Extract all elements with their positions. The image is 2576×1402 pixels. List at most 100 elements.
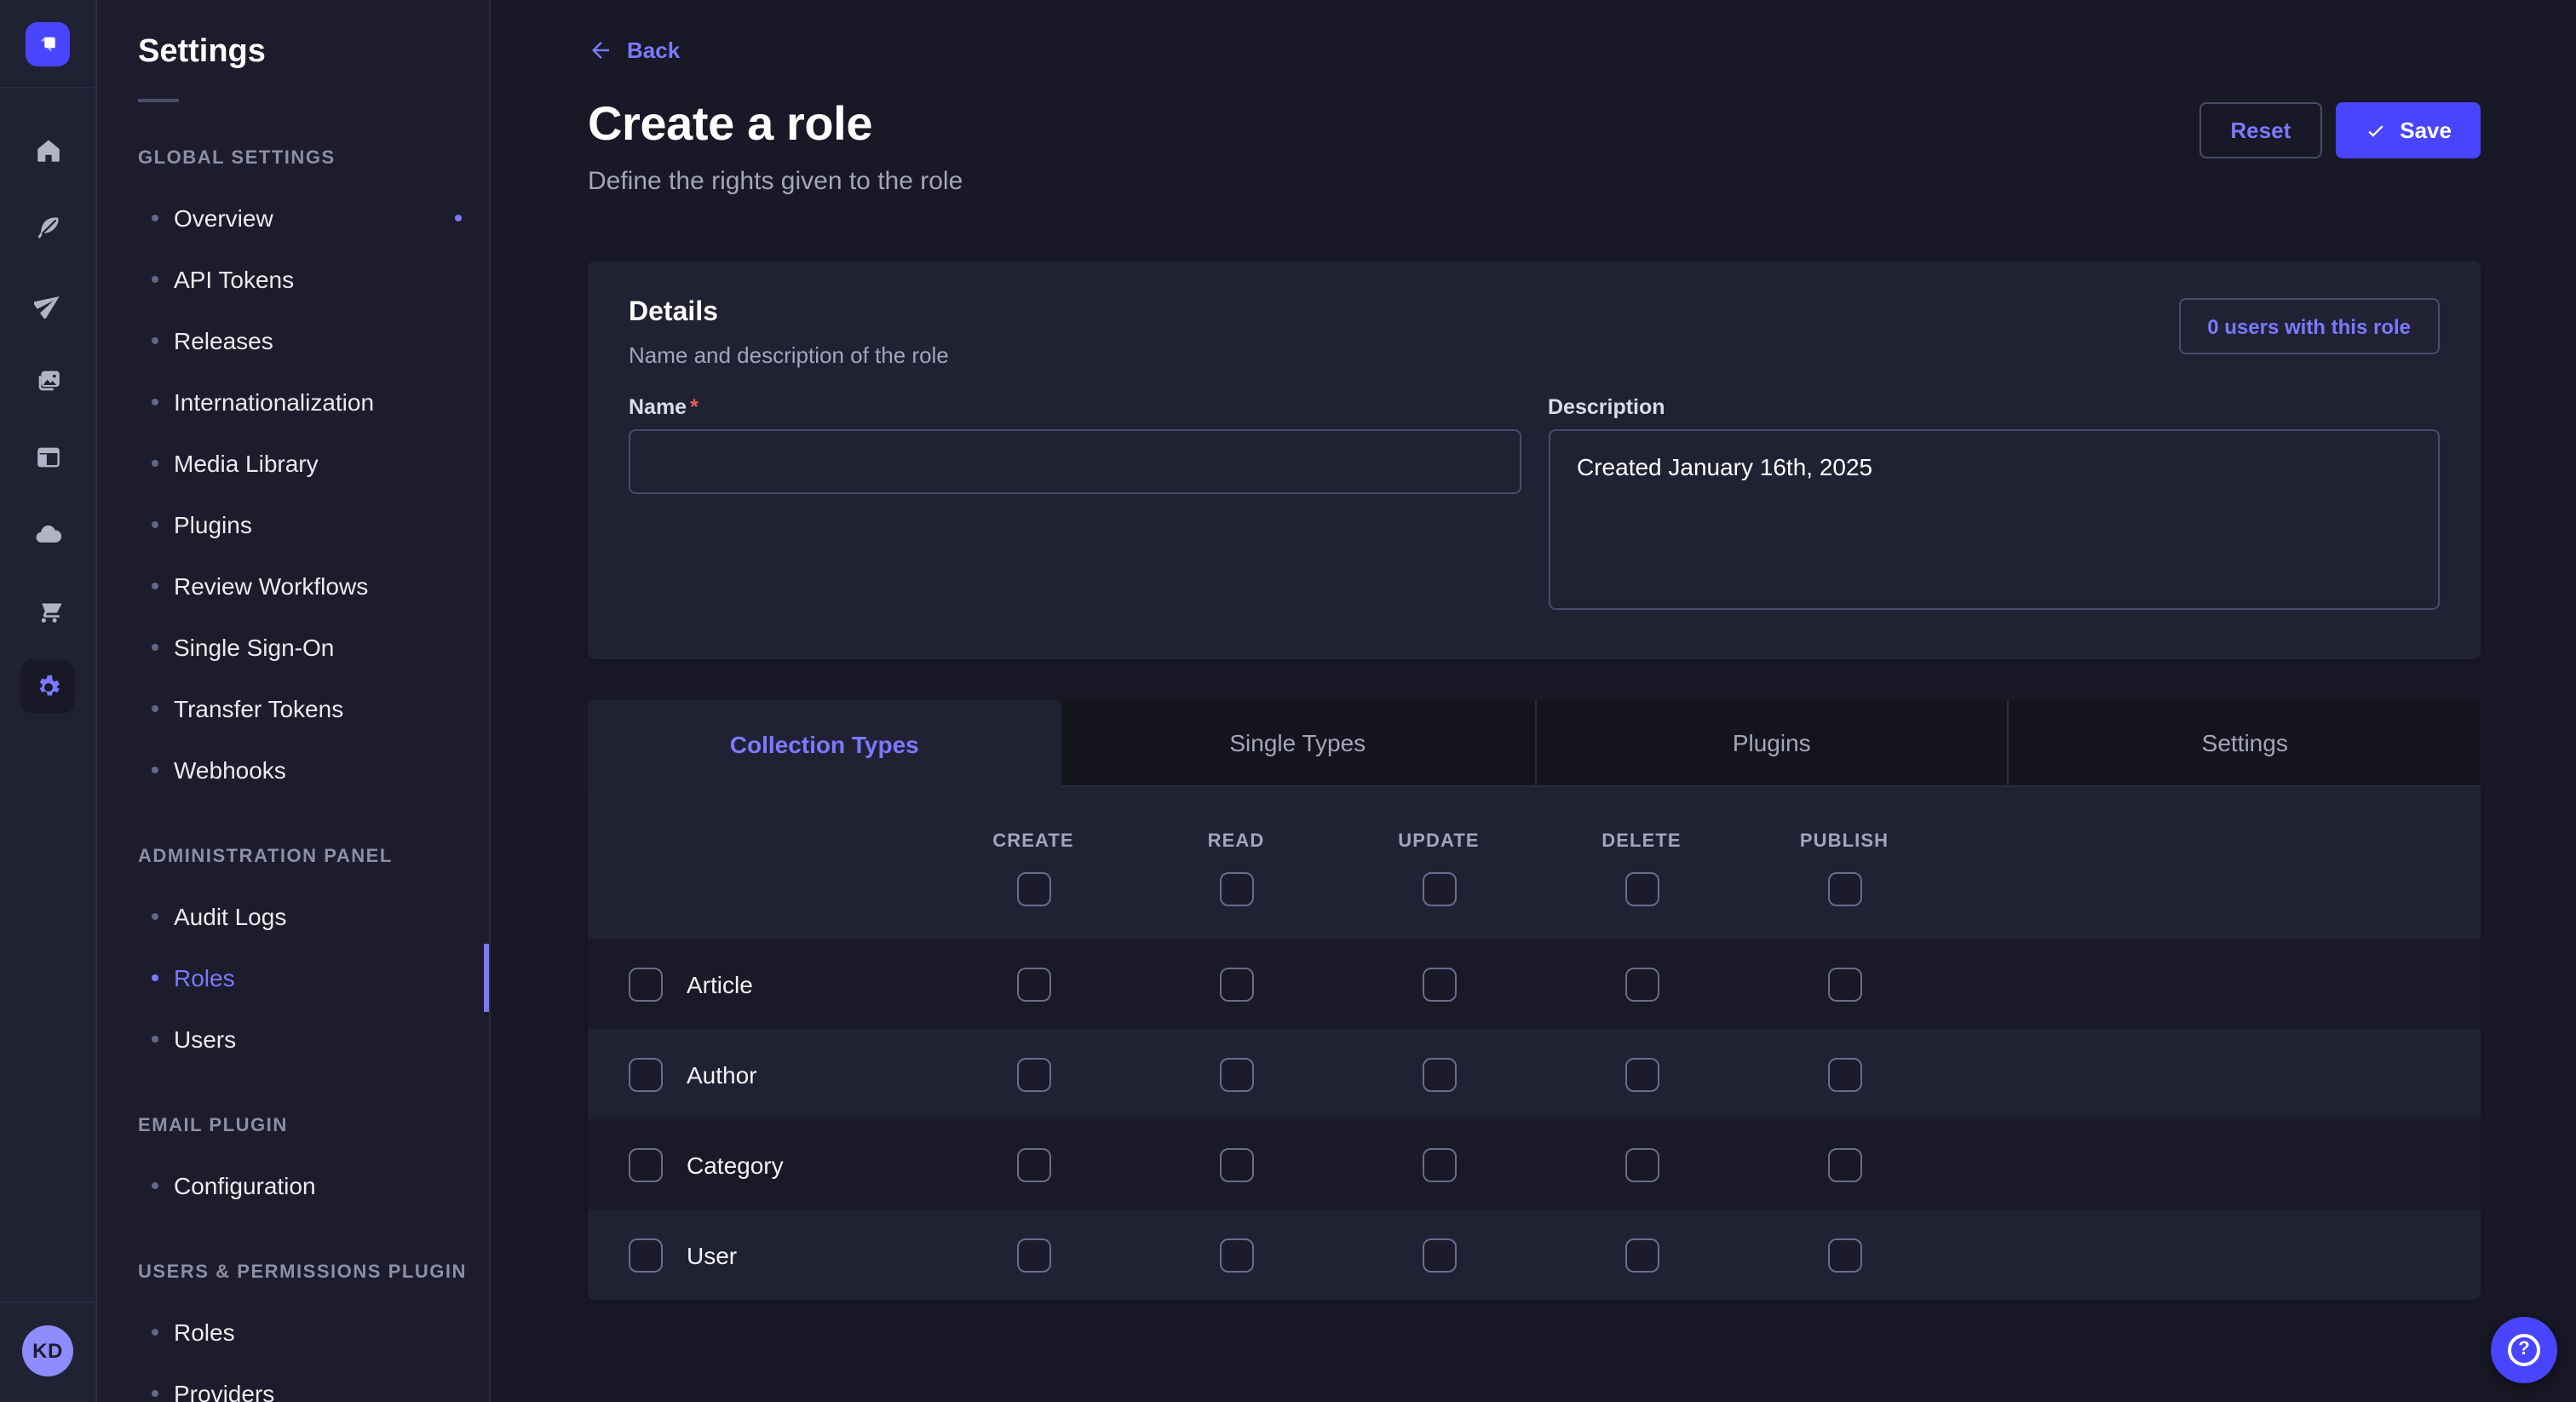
reset-button[interactable]: Reset [2199, 102, 2321, 158]
author-update-checkbox[interactable] [1422, 1057, 1456, 1091]
users-with-role-button[interactable]: 0 users with this role [2178, 298, 2440, 354]
subnav-item-transfer-tokens[interactable]: Transfer Tokens [97, 678, 489, 739]
subnav-item-single-sign-on[interactable]: Single Sign-On [97, 617, 489, 678]
subnav-item-label: Internationalization [174, 388, 374, 416]
category-read-checkbox[interactable] [1219, 1147, 1253, 1181]
deploy-nav-button[interactable] [20, 506, 75, 560]
details-fields: Name* Description Created January 16th, … [629, 395, 2440, 618]
category-update-checkbox[interactable] [1422, 1147, 1456, 1181]
subnav-item-label: Users [174, 1026, 236, 1053]
details-title: Details [629, 298, 949, 329]
media-library-nav-button[interactable] [20, 353, 75, 407]
bullet-icon [152, 521, 158, 528]
description-label: Description [1548, 395, 2440, 419]
tab-collection-types[interactable]: Collection Types [588, 700, 1061, 787]
subnav-item-audit-logs[interactable]: Audit Logs [97, 886, 489, 947]
name-input[interactable] [629, 429, 1521, 494]
user-row-checkbox[interactable] [629, 1238, 663, 1272]
subnav-item-configuration[interactable]: Configuration [97, 1155, 489, 1216]
user-create-checkbox[interactable] [1016, 1238, 1050, 1272]
user-publish-checkbox[interactable] [1827, 1238, 1861, 1272]
author-read-checkbox[interactable] [1219, 1057, 1253, 1091]
back-link[interactable]: Back [588, 37, 680, 63]
author-create-checkbox[interactable] [1016, 1057, 1050, 1091]
name-label: Name* [629, 395, 1521, 419]
tab-settings[interactable]: Settings [2008, 700, 2481, 787]
user-update-checkbox[interactable] [1422, 1238, 1456, 1272]
article-delete-checkbox[interactable] [1624, 967, 1659, 1001]
gear-icon [33, 672, 62, 701]
category-delete-checkbox[interactable] [1624, 1147, 1659, 1181]
feather-icon [33, 212, 62, 241]
subnav-item-roles[interactable]: Roles [97, 947, 489, 1008]
page-title: Create a role [588, 97, 963, 152]
article-publish-checkbox[interactable] [1827, 967, 1861, 1001]
subnav-item-roles[interactable]: Roles [97, 1301, 489, 1363]
category-publish-checkbox[interactable] [1827, 1147, 1861, 1181]
subnav-item-api-tokens[interactable]: API Tokens [97, 249, 489, 310]
main-nav-rail: KD [0, 0, 97, 1402]
tab-single-types[interactable]: Single Types [1061, 700, 1535, 787]
name-field-group: Name* [629, 395, 1521, 618]
avatar[interactable]: KD [22, 1325, 73, 1376]
update-select-all-checkbox[interactable] [1422, 872, 1456, 906]
home-icon [33, 135, 62, 164]
subnav-item-users[interactable]: Users [97, 1008, 489, 1070]
author-delete-checkbox[interactable] [1624, 1057, 1659, 1091]
read-select-all-checkbox[interactable] [1219, 872, 1253, 906]
category-row-checkbox[interactable] [629, 1147, 663, 1181]
article-create-checkbox[interactable] [1016, 967, 1050, 1001]
article-read-checkbox[interactable] [1219, 967, 1253, 1001]
row-label: Author [687, 1060, 757, 1088]
content-nav-button[interactable] [20, 199, 75, 254]
releases-nav-button[interactable] [20, 276, 75, 330]
help-button[interactable]: ? [2491, 1317, 2557, 1383]
bullet-icon [152, 1390, 158, 1397]
subnav-item-label: Plugins [174, 511, 252, 538]
column-header-delete: DELETE [1601, 831, 1681, 852]
category-create-checkbox[interactable] [1016, 1147, 1050, 1181]
home-nav-button[interactable] [20, 123, 75, 177]
cart-icon [33, 595, 62, 624]
tab-plugins[interactable]: Plugins [1534, 700, 2008, 787]
bullet-icon [152, 337, 158, 344]
user-delete-checkbox[interactable] [1624, 1238, 1659, 1272]
layout-icon [33, 442, 62, 471]
page-subtitle: Define the rights given to the role [588, 167, 963, 196]
subnav-item-label: Webhooks [174, 756, 286, 784]
subnav-section: ADMINISTRATION PANELAudit LogsRolesUsers [97, 828, 489, 1070]
publish-select-all-checkbox[interactable] [1827, 872, 1861, 906]
subnav-item-providers[interactable]: Providers [97, 1363, 489, 1402]
content-type-builder-nav-button[interactable] [20, 429, 75, 484]
subnav-item-plugins[interactable]: Plugins [97, 494, 489, 555]
required-asterisk: * [690, 395, 699, 419]
article-row-checkbox[interactable] [629, 967, 663, 1001]
arrow-left-icon [588, 37, 613, 63]
save-button[interactable]: Save [2335, 102, 2481, 158]
author-row-checkbox[interactable] [629, 1057, 663, 1091]
user-read-checkbox[interactable] [1219, 1238, 1253, 1272]
description-textarea[interactable]: Created January 16th, 2025 [1548, 429, 2440, 610]
bullet-icon [152, 913, 158, 920]
subnav-section: EMAIL PLUGINConfiguration [97, 1097, 489, 1216]
subnav-item-internationalization[interactable]: Internationalization [97, 371, 489, 433]
column-header-read: READ [1208, 831, 1265, 852]
back-label: Back [627, 37, 680, 63]
delete-select-all-checkbox[interactable] [1624, 872, 1659, 906]
subnav-item-review-workflows[interactable]: Review Workflows [97, 555, 489, 617]
subnav-item-releases[interactable]: Releases [97, 310, 489, 371]
send-icon [33, 289, 62, 318]
subnav-item-webhooks[interactable]: Webhooks [97, 739, 489, 801]
article-update-checkbox[interactable] [1422, 967, 1456, 1001]
create-select-all-checkbox[interactable] [1016, 872, 1050, 906]
strapi-logo-icon [32, 29, 63, 60]
question-mark-icon: ? [2508, 1334, 2540, 1366]
rail-bottom: KD [0, 1301, 95, 1402]
subnav-title-divider [138, 99, 179, 102]
marketplace-nav-button[interactable] [20, 583, 75, 637]
subnav-item-media-library[interactable]: Media Library [97, 433, 489, 494]
strapi-logo-button[interactable] [26, 22, 70, 66]
author-publish-checkbox[interactable] [1827, 1057, 1861, 1091]
subnav-item-overview[interactable]: Overview [97, 187, 489, 249]
settings-nav-button[interactable] [20, 659, 75, 714]
